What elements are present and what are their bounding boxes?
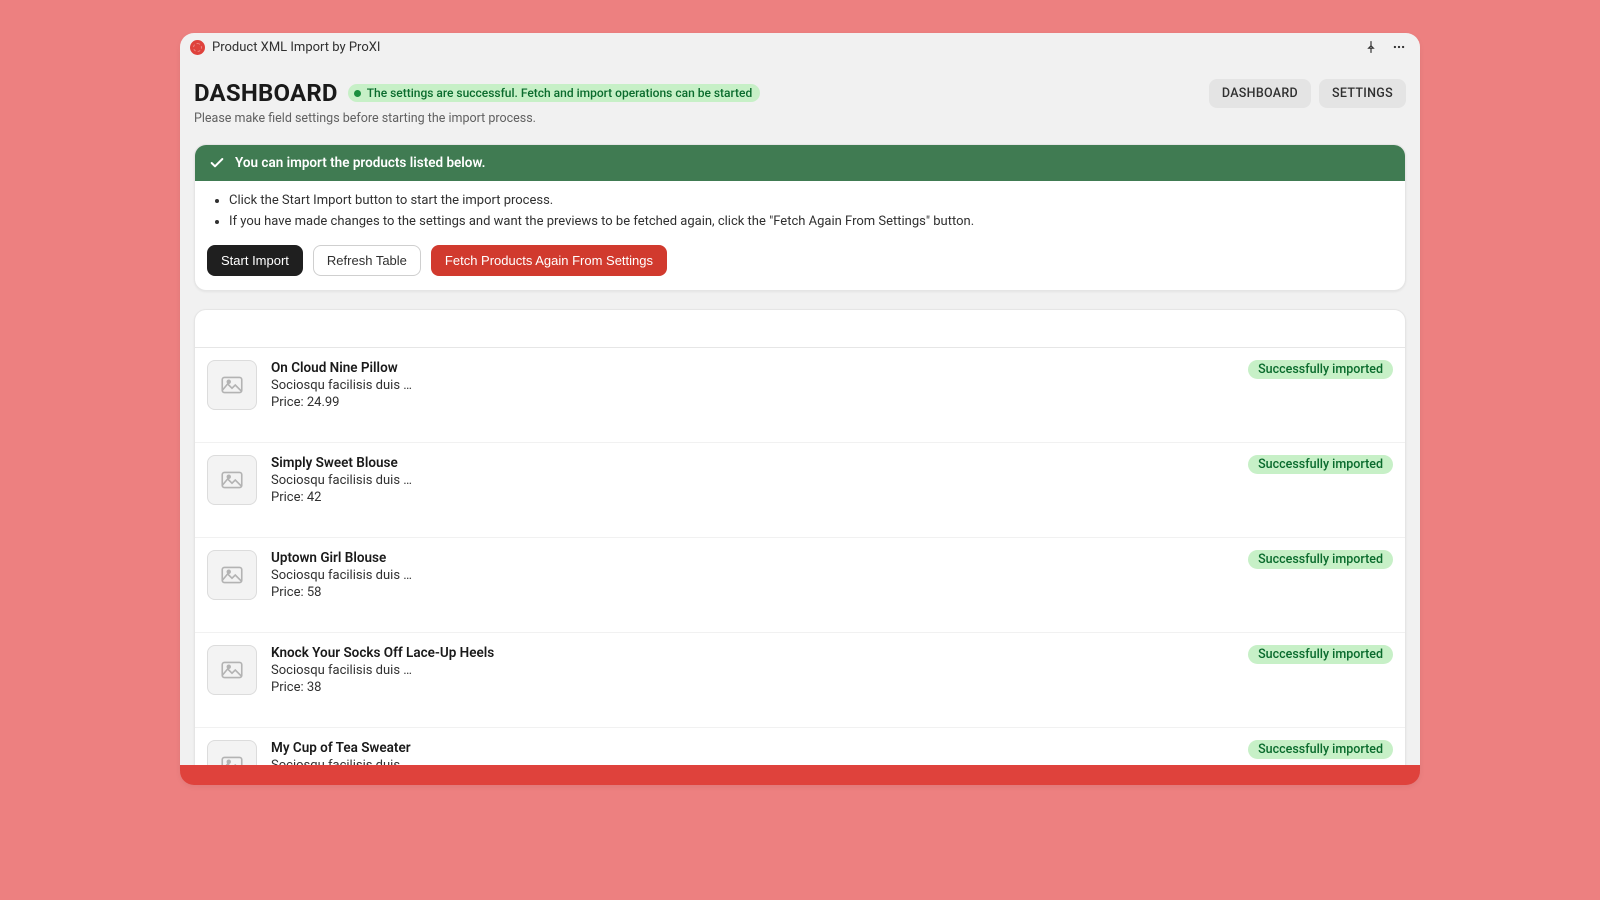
import-status-badge: Successfully imported (1248, 550, 1393, 569)
product-info: My Cup of Tea Sweater Sociosqu facilisis… (271, 740, 1234, 765)
product-price: Price: 24.99 (271, 395, 1234, 410)
product-info: Knock Your Socks Off Lace-Up Heels Socio… (271, 645, 1234, 695)
product-name: Knock Your Socks Off Lace-Up Heels (271, 645, 1234, 661)
product-list-header (195, 310, 1405, 348)
product-thumbnail (207, 645, 257, 695)
product-row: My Cup of Tea Sweater Sociosqu facilisis… (195, 728, 1405, 765)
fetch-again-button[interactable]: Fetch Products Again From Settings (431, 245, 667, 276)
product-name: My Cup of Tea Sweater (271, 740, 1234, 756)
product-price: Price: 38 (271, 680, 1234, 695)
product-list: On Cloud Nine Pillow Sociosqu facilisis … (195, 348, 1405, 765)
image-placeholder-icon (219, 562, 245, 588)
image-placeholder-icon (219, 752, 245, 765)
instruction-item: Click the Start Import button to start t… (229, 193, 1387, 208)
import-status-badge: Successfully imported (1248, 645, 1393, 664)
page-header: DASHBOARD The settings are successful. F… (194, 79, 1406, 126)
instruction-item: If you have made changes to the settings… (229, 214, 1387, 229)
status-dot-icon (354, 90, 361, 97)
instruction-list: Click the Start Import button to start t… (195, 181, 1405, 239)
more-icon[interactable] (1388, 36, 1410, 58)
page-title: DASHBOARD (194, 79, 338, 107)
product-row: Knock Your Socks Off Lace-Up Heels Socio… (195, 633, 1405, 728)
content: DASHBOARD The settings are successful. F… (180, 61, 1420, 765)
image-placeholder-icon (219, 657, 245, 683)
product-desc: Sociosqu facilisis duis … (271, 473, 1234, 488)
import-ready-banner: You can import the products listed below… (195, 145, 1405, 181)
product-thumbnail (207, 550, 257, 600)
product-desc: Sociosqu facilisis duis … (271, 663, 1234, 678)
product-row: Simply Sweet Blouse Sociosqu facilisis d… (195, 443, 1405, 538)
product-desc: Sociosqu facilisis duis … (271, 378, 1234, 393)
app-title: Product XML Import by ProXI (212, 40, 380, 55)
tab-settings[interactable]: SETTINGS (1319, 79, 1406, 108)
product-desc: Sociosqu facilisis duis … (271, 568, 1234, 583)
start-import-button[interactable]: Start Import (207, 245, 303, 276)
action-buttons: Start Import Refresh Table Fetch Product… (195, 239, 1405, 290)
instructions-card: You can import the products listed below… (194, 144, 1406, 291)
product-info: On Cloud Nine Pillow Sociosqu facilisis … (271, 360, 1234, 410)
product-price: Price: 58 (271, 585, 1234, 600)
pin-icon[interactable] (1360, 36, 1382, 58)
import-status-badge: Successfully imported (1248, 455, 1393, 474)
banner-text: You can import the products listed below… (235, 155, 485, 171)
import-status-badge: Successfully imported (1248, 740, 1393, 759)
titlebar: Product XML Import by ProXI (180, 33, 1420, 61)
titlebar-actions (1360, 36, 1410, 58)
product-thumbnail (207, 360, 257, 410)
image-placeholder-icon (219, 467, 245, 493)
product-name: Uptown Girl Blouse (271, 550, 1234, 566)
product-price: Price: 42 (271, 490, 1234, 505)
settings-status-pill: The settings are successful. Fetch and i… (348, 84, 761, 102)
refresh-table-button[interactable]: Refresh Table (313, 245, 421, 276)
image-placeholder-icon (219, 372, 245, 398)
product-thumbnail (207, 455, 257, 505)
product-info: Uptown Girl Blouse Sociosqu facilisis du… (271, 550, 1234, 600)
product-name: Simply Sweet Blouse (271, 455, 1234, 471)
settings-status-text: The settings are successful. Fetch and i… (367, 86, 753, 100)
app-icon (190, 40, 205, 55)
import-status-badge: Successfully imported (1248, 360, 1393, 379)
app-window: Product XML Import by ProXI DASHBOARD (180, 33, 1420, 785)
product-thumbnail (207, 740, 257, 765)
product-row: On Cloud Nine Pillow Sociosqu facilisis … (195, 348, 1405, 443)
page-subtitle: Please make field settings before starti… (194, 111, 1209, 126)
product-row: Uptown Girl Blouse Sociosqu facilisis du… (195, 538, 1405, 633)
product-desc: Sociosqu facilisis duis … (271, 758, 1234, 765)
product-info: Simply Sweet Blouse Sociosqu facilisis d… (271, 455, 1234, 505)
tab-dashboard[interactable]: DASHBOARD (1209, 79, 1311, 108)
check-icon (209, 155, 225, 171)
product-name: On Cloud Nine Pillow (271, 360, 1234, 376)
product-list-card: On Cloud Nine Pillow Sociosqu facilisis … (194, 309, 1406, 765)
nav-tabs: DASHBOARD SETTINGS (1209, 79, 1406, 108)
